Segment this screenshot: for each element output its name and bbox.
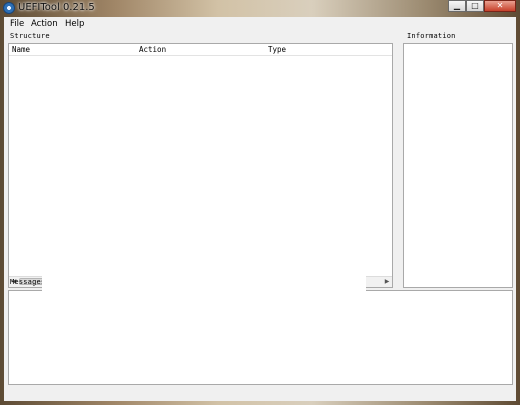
menu-action[interactable]: Action — [31, 19, 58, 29]
window-controls: ▁ □ ✕ — [448, 0, 516, 12]
messages-label: Messages — [10, 278, 46, 286]
close-button[interactable]: ✕ — [484, 0, 516, 12]
information-panel[interactable] — [403, 43, 513, 288]
minimize-button[interactable]: ▁ — [448, 0, 466, 12]
title-bar[interactable]: UEFITool 0.21.5 ▁ □ ✕ — [0, 0, 520, 17]
menu-help[interactable]: Help — [65, 19, 84, 29]
scroll-right-icon[interactable]: ▶ — [382, 277, 392, 287]
maximize-button[interactable]: □ — [466, 0, 484, 12]
column-action-header[interactable]: Action — [139, 45, 166, 54]
column-name-header[interactable]: Name — [12, 45, 30, 54]
render-artifact — [42, 258, 366, 292]
structure-label: Structure — [10, 32, 50, 40]
structure-header: Name Action Type — [9, 44, 392, 56]
menu-bar: File Action Help — [4, 17, 516, 31]
app-window: UEFITool 0.21.5 ▁ □ ✕ File Action Help S… — [0, 0, 520, 405]
menu-file[interactable]: File — [10, 19, 24, 29]
column-type-header[interactable]: Type — [268, 45, 286, 54]
app-icon — [3, 2, 15, 14]
client-area: File Action Help Structure Name Action T… — [4, 17, 516, 401]
structure-tree[interactable]: Name Action Type ◀ ▶ — [8, 43, 393, 288]
window-title: UEFITool 0.21.5 — [18, 2, 95, 13]
information-label: Information — [407, 32, 456, 40]
messages-list[interactable] — [8, 290, 513, 385]
